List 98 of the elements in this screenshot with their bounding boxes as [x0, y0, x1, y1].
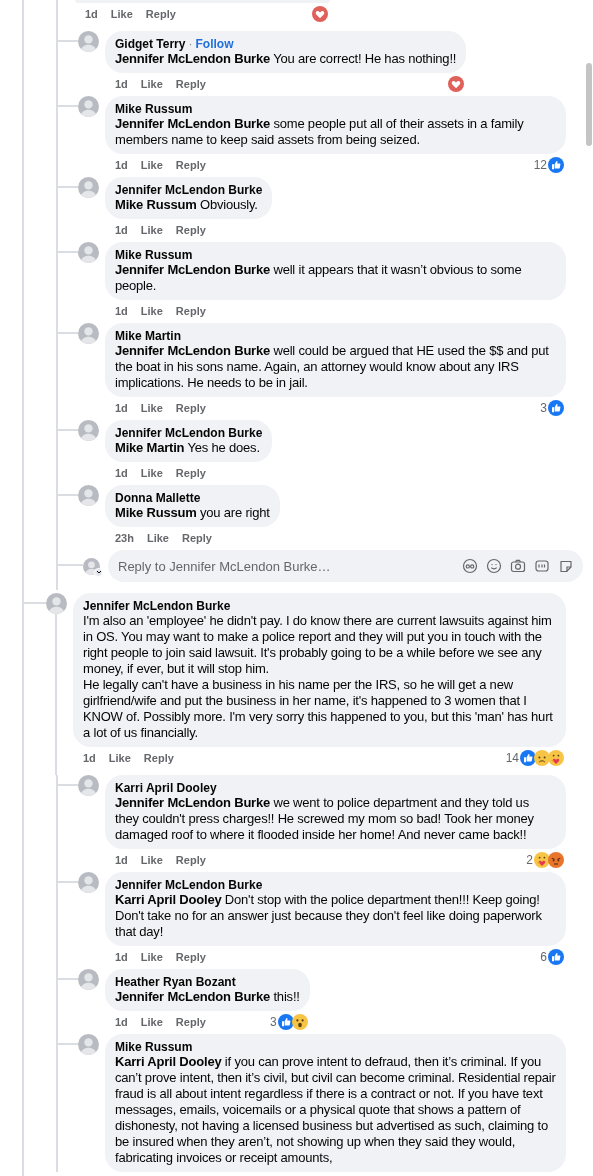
- avatar-sticker-icon[interactable]: [462, 558, 478, 574]
- comment-text: I'm also an 'employee' he didn't pay. I do know there are current lawsuits against him in OS. You may want to make a police report and they will put you in touch with the right people to join said lawsuit. It's probably going to be a while before we see any money, if ever, but it will stop him. He legally can't have a business in his name per the IRS, so he will get a new girlfriend/wife and put the business in her name, it's happened to 3 women that I KNOW of. Possibly more. I'm very sorry this happened to you, but this 'man' has hurt a lot of us financially.: [83, 613, 554, 741]
- author-name[interactable]: Karri April Dooley: [115, 781, 217, 795]
- reaction-count[interactable]: 12: [533, 156, 547, 174]
- reply-link[interactable]: Reply: [175, 75, 206, 93]
- reaction-count[interactable]: 3: [540, 399, 547, 417]
- author-name[interactable]: Heather Ryan Bozant: [115, 975, 236, 989]
- chevron-badge-icon[interactable]: [94, 567, 103, 577]
- like-link[interactable]: Like: [110, 5, 133, 23]
- comment-text: Jennifer McLendon Burke You are correct! He has nothing!!: [115, 51, 457, 67]
- author-name[interactable]: Mike Russum: [115, 248, 193, 262]
- like-link[interactable]: Like: [140, 221, 163, 239]
- reply-link[interactable]: Reply: [175, 302, 206, 320]
- comment-time[interactable]: 23h: [115, 529, 134, 547]
- avatar[interactable]: [78, 485, 99, 506]
- reply-link[interactable]: Reply: [175, 399, 206, 417]
- author-name[interactable]: Mike Martin: [115, 329, 181, 343]
- avatar[interactable]: [78, 177, 99, 198]
- like-icon: [548, 400, 564, 416]
- reply-link[interactable]: Reply: [175, 221, 206, 239]
- comment-text: Mike Martin Yes he does.: [115, 440, 261, 456]
- reply-link[interactable]: Reply: [145, 5, 176, 23]
- camera-icon[interactable]: [510, 558, 526, 574]
- like-icon: [548, 157, 564, 173]
- reaction-count[interactable]: 6: [540, 948, 547, 966]
- comment-text: Karri April Dooley if you can prove intent to defraud, then it’s criminal. If you can’t prove intent, then it’s civil, but civil can become criminal. Residential repair fraud is all about intent regardless if there is a contract or not. If you have text messages, emails, voicemails or a physical quote that shows a pattern of dishonesty, not having a licensed business but advertised as such, claiming to be insured when they aren’t, not showing up when they said they would, fabricating invoices or receipt amounts,: [115, 1054, 556, 1166]
- avatar[interactable]: [78, 420, 99, 441]
- follow-link[interactable]: Follow: [195, 37, 234, 51]
- avatar[interactable]: [78, 31, 99, 52]
- like-link[interactable]: Like: [140, 1013, 163, 1031]
- like-link[interactable]: Like: [140, 302, 163, 320]
- reply-field[interactable]: Reply to Jennifer McLendon Burke…: [108, 550, 583, 582]
- comment-time[interactable]: 1d: [115, 75, 128, 93]
- like-link[interactable]: Like: [140, 948, 163, 966]
- sticker-icon[interactable]: [558, 558, 574, 574]
- reply-link[interactable]: Reply: [143, 749, 174, 767]
- gif-icon[interactable]: [534, 558, 550, 574]
- avatar[interactable]: [78, 969, 99, 990]
- like-link[interactable]: Like: [140, 464, 163, 482]
- comment-time[interactable]: 1d: [115, 221, 128, 239]
- reaction-count[interactable]: 14: [505, 749, 519, 767]
- avatar[interactable]: [78, 323, 99, 344]
- like-link[interactable]: Like: [108, 749, 131, 767]
- angry-emoji-icon: [548, 852, 564, 868]
- like-icon: [277, 1014, 294, 1030]
- sad-emoji-icon: [534, 750, 550, 766]
- like-icon: [548, 949, 564, 965]
- like-link[interactable]: Like: [140, 75, 163, 93]
- avatar[interactable]: [78, 775, 99, 796]
- comment-time[interactable]: 1d: [115, 156, 128, 174]
- comment-time[interactable]: 1d: [115, 464, 128, 482]
- emoji-icon[interactable]: [486, 558, 502, 574]
- author-name[interactable]: Donna Mallette: [115, 491, 201, 505]
- reply-link[interactable]: Reply: [175, 948, 206, 966]
- author-name[interactable]: Mike Russum: [115, 1040, 193, 1054]
- comment-text: Jennifer McLendon Burke well could be argued that HE used the $$ and put the boat in his sons name. Again, an attorney would know about any IRS implications. He needs to be in jail.: [115, 343, 550, 391]
- avatar[interactable]: [78, 1034, 99, 1055]
- hug-emoji-icon: [534, 852, 550, 868]
- reply-link[interactable]: Reply: [182, 529, 212, 547]
- reply-link[interactable]: Reply: [175, 464, 206, 482]
- hug-emoji-icon: [548, 750, 564, 766]
- reply-link[interactable]: Reply: [175, 156, 206, 174]
- comment-text: Jennifer McLendon Burke well it appears that it wasn’t obvious to some people.: [115, 262, 523, 294]
- avatar[interactable]: [78, 242, 99, 263]
- like-link[interactable]: Like: [140, 156, 163, 174]
- author-name[interactable]: Gidget Terry: [115, 37, 186, 51]
- author-name[interactable]: Jennifer McLendon Burke: [115, 183, 263, 197]
- author-name[interactable]: Jennifer McLendon Burke: [115, 426, 263, 440]
- separator-dot: ·: [188, 37, 193, 51]
- avatar[interactable]: [46, 593, 67, 614]
- reply-link[interactable]: Reply: [175, 1013, 206, 1031]
- author-name[interactable]: Jennifer McLendon Burke: [115, 878, 263, 892]
- comment-time[interactable]: 1d: [115, 851, 128, 869]
- reaction-count[interactable]: 3: [270, 1013, 277, 1031]
- comment-text: Jennifer McLendon Burke some people put all of their assets in a family members name to keep said assets from being seized.: [115, 116, 525, 148]
- comment-text: Karri April Dooley Don't stop with the police department then!!! Keep going! Don't take no for an answer just because they don't feel like doing paperwork that day!: [115, 892, 543, 940]
- avatar[interactable]: [78, 96, 99, 117]
- scrollbar-thumb[interactable]: [586, 63, 592, 146]
- comment-time[interactable]: 1d: [115, 1013, 128, 1031]
- comment-text: Jennifer McLendon Burke this!!: [115, 989, 300, 1005]
- author-name[interactable]: Mike Russum: [115, 102, 193, 116]
- like-link[interactable]: Like: [140, 851, 163, 869]
- surprised-emoji-icon: [291, 1014, 308, 1030]
- comment-time[interactable]: 1d: [115, 399, 128, 417]
- like-icon: [520, 750, 536, 766]
- comment-time[interactable]: 1d: [85, 5, 98, 23]
- comment-text: Mike Russum you are right: [115, 505, 270, 521]
- comment-time[interactable]: 1d: [115, 948, 128, 966]
- reply-link[interactable]: Reply: [175, 851, 206, 869]
- avatar[interactable]: [78, 872, 99, 893]
- comment-text: Mike Russum Obviously.: [115, 197, 259, 213]
- comment-time[interactable]: 1d: [115, 302, 128, 320]
- comment-text: Jennifer McLendon Burke we went to police department and they told us they couldn't press charges!! He screwed my mom so bad! Took her money damaged roof to where it flooded inside her home! And never came back!!: [115, 795, 535, 843]
- author-name[interactable]: Jennifer McLendon Burke: [83, 599, 231, 613]
- like-link[interactable]: Like: [146, 529, 169, 547]
- reaction-count[interactable]: 2: [526, 851, 533, 869]
- like-link[interactable]: Like: [140, 399, 163, 417]
- comment-time[interactable]: 1d: [83, 749, 96, 767]
